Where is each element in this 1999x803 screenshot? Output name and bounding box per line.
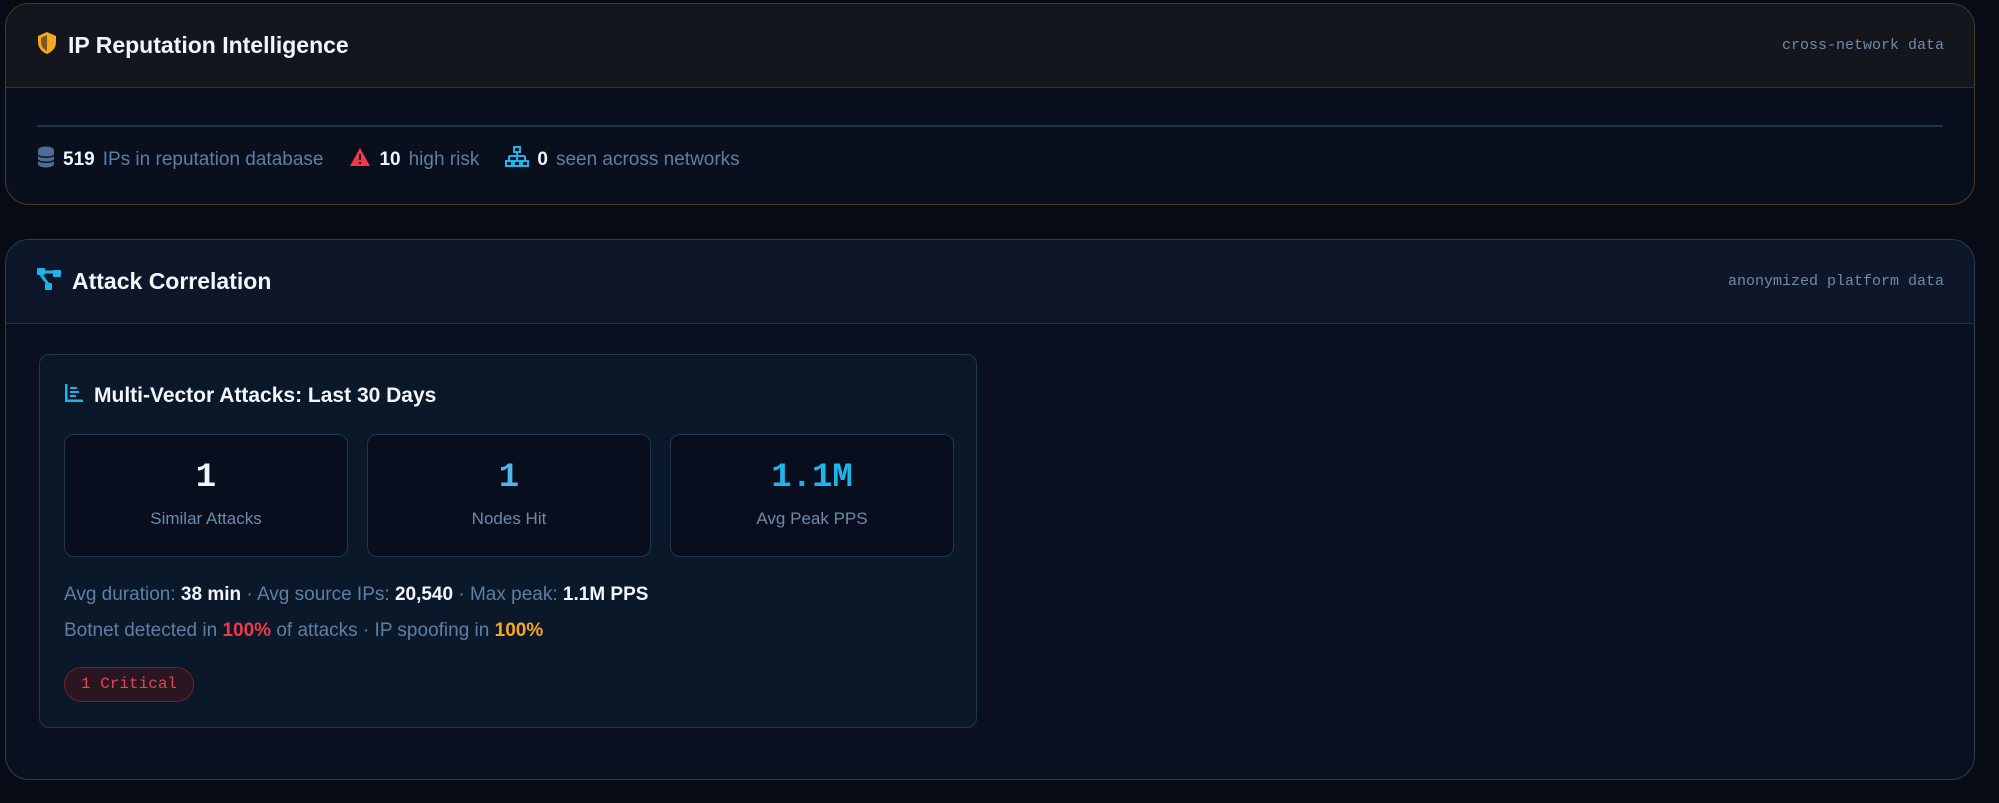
ip-reputation-card: IP Reputation Intelligence cross-network… (5, 3, 1975, 205)
stat-box-similar-attacks: 1 Similar Attacks (64, 434, 348, 557)
card-meta: cross-network data (1781, 37, 1944, 54)
warning-icon (349, 147, 371, 173)
card-header: Attack Correlation anonymized platform d… (6, 240, 1974, 324)
stat-high-risk: 10 high risk (349, 147, 479, 173)
divider (37, 125, 1943, 127)
critical-badge: 1 Critical (64, 667, 195, 702)
network-icon (505, 146, 530, 174)
card-meta: anonymized platform data (1727, 273, 1944, 290)
shield-icon (36, 31, 58, 61)
card-header: IP Reputation Intelligence cross-network… (6, 4, 1974, 88)
card-title: IP Reputation Intelligence (68, 32, 349, 58)
database-icon (37, 146, 55, 174)
stat-box-nodes-hit: 1 Nodes Hit (367, 434, 651, 557)
summary-line: Avg duration: 38 min · Avg source IPs: 2… (64, 584, 649, 605)
multi-vector-panel: Multi-Vector Attacks: Last 30 Days 1 Sim… (39, 354, 977, 728)
panel-title: Multi-Vector Attacks: Last 30 Days (94, 384, 437, 407)
stat-networks: 0 seen across networks (505, 146, 740, 174)
attack-correlation-card: Attack Correlation anonymized platform d… (5, 239, 1975, 780)
card-title: Attack Correlation (72, 268, 272, 294)
correlation-icon (36, 267, 62, 297)
stat-box-avg-peak-pps: 1.1M Avg Peak PPS (670, 434, 954, 557)
botnet-line: Botnet detected in 100% of attacks · IP … (64, 620, 544, 641)
list-chart-icon (64, 383, 84, 409)
stat-database: 519 IPs in reputation database (37, 146, 323, 174)
